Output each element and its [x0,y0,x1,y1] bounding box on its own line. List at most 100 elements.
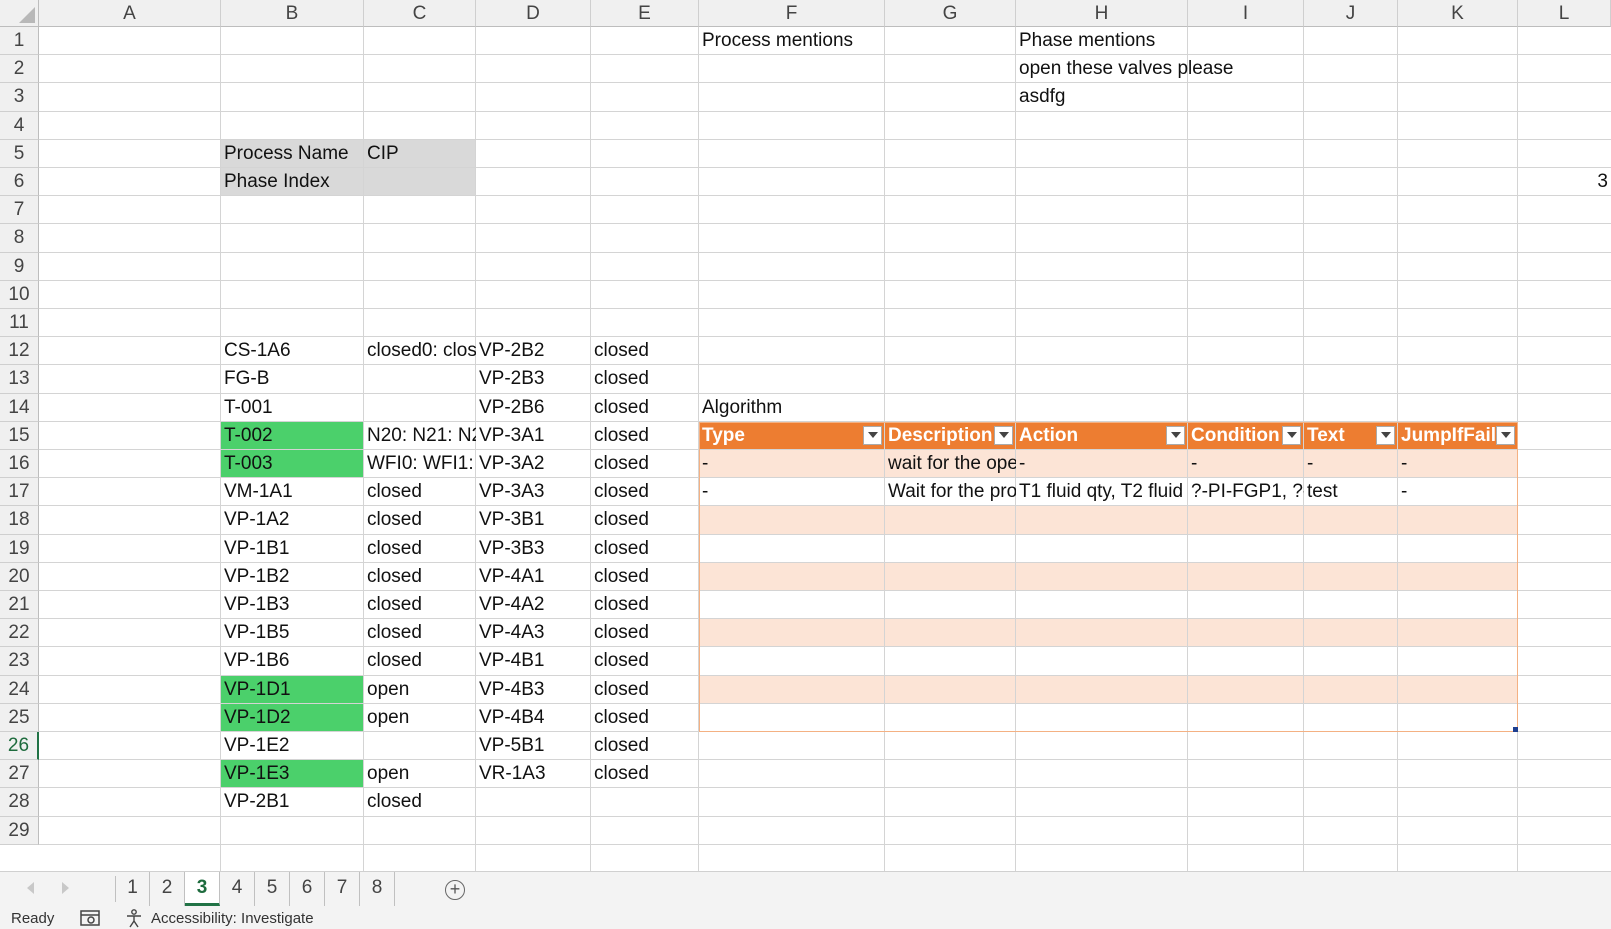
cell-f17[interactable]: - [699,478,885,506]
row-header-7[interactable]: 7 [0,196,39,225]
accessibility-icon[interactable] [124,908,144,928]
cell-e17[interactable]: closed [591,478,699,506]
cell-d26[interactable]: VP-5B1 [476,732,591,760]
cell-e22[interactable]: closed [591,619,1611,647]
cell-e27[interactable]: closed [591,760,1611,788]
row-header-18[interactable]: 18 [0,506,39,535]
cell-d16[interactable]: VP-3A2 [476,450,591,478]
row-header-2[interactable]: 2 [0,55,39,84]
row-header-3[interactable]: 3 [0,83,39,112]
cell-b16[interactable]: T-003 [221,450,364,478]
row-header-25[interactable]: 25 [0,703,39,732]
cell-d21[interactable]: VP-4A2 [476,591,591,619]
cell-b23[interactable]: VP-1B6 [221,647,364,675]
row-header-10[interactable]: 10 [0,280,39,309]
cell-d20[interactable]: VP-4A1 [476,563,591,591]
add-sheet-button[interactable]: + [445,880,465,900]
cell-d25[interactable]: VP-4B4 [476,704,591,732]
column-header-e[interactable]: E [591,0,699,27]
column-header-i[interactable]: I [1188,0,1304,27]
cell-e13[interactable]: closed [591,365,1611,393]
cell-d17[interactable]: VP-3A3 [476,478,591,506]
cell-c5[interactable]: CIP [364,140,1611,168]
cell-e20[interactable]: closed [591,563,1611,591]
cell-b6[interactable]: Phase Index [221,168,364,196]
sheet-tab-1[interactable]: 1 [116,872,150,906]
column-header-h[interactable]: H [1016,0,1188,27]
column-header-f[interactable]: F [699,0,885,27]
cell-b20[interactable]: VP-1B2 [221,563,364,591]
cell-i16[interactable]: - [1188,450,1304,478]
row-header-1[interactable]: 1 [0,27,39,56]
macro-recording-icon[interactable] [80,909,102,927]
cell-e14[interactable]: closed [591,394,699,422]
filter-dropdown-icon[interactable] [1166,425,1185,445]
sheet-tab-7[interactable]: 7 [325,872,360,906]
cell-b5[interactable]: Process Name [221,140,364,168]
sheet-tab-3[interactable]: 3 [185,872,220,906]
row-header-21[interactable]: 21 [0,591,39,620]
row-header-9[interactable]: 9 [0,252,39,281]
status-accessibility[interactable]: Accessibility: Investigate [151,910,314,928]
cell-b22[interactable]: VP-1B5 [221,619,364,647]
filter-dropdown-icon[interactable] [994,425,1013,445]
cell-e19[interactable]: closed [591,535,1611,563]
cell-b28[interactable]: VP-2B1 [221,788,364,816]
column-header-k[interactable]: K [1398,0,1518,27]
cell-i17[interactable]: ?-PI-FGP1, ?- [1188,478,1304,506]
cell-i15[interactable]: Condition [1188,422,1282,450]
column-header-d[interactable]: D [476,0,591,27]
column-header-g[interactable]: G [885,0,1016,27]
row-header-14[interactable]: 14 [0,393,39,422]
cell-f1[interactable]: Process mentions [699,27,1016,55]
row-header-15[interactable]: 15 [0,421,39,450]
cell-d27[interactable]: VR-1A3 [476,760,591,788]
column-header-a[interactable]: A [39,0,221,27]
cell-c21[interactable]: closed [364,591,476,619]
cell-c25[interactable]: open [364,704,476,732]
filter-dropdown-icon[interactable] [863,425,882,445]
row-header-28[interactable]: 28 [0,788,39,817]
column-header-l[interactable]: L [1518,0,1611,27]
filter-dropdown-icon[interactable] [1496,425,1515,445]
cell-d15[interactable]: VP-3A1 [476,422,591,450]
cell-c16[interactable]: WFI0: WFI1: [364,450,476,478]
cell-d19[interactable]: VP-3B3 [476,535,591,563]
cell-e26[interactable]: closed [591,732,1611,760]
cell-f15[interactable]: Type [699,422,863,450]
cell-e21[interactable]: closed [591,591,1611,619]
column-header-b[interactable]: B [221,0,364,27]
cell-h2[interactable]: open these valves please [1016,55,1611,83]
cell-b12[interactable]: CS-1A6 [221,337,364,365]
cell-d24[interactable]: VP-4B3 [476,676,591,704]
cell-e25[interactable]: closed [591,704,1611,732]
cell-c23[interactable]: closed [364,647,476,675]
cell-h16[interactable]: - [1016,450,1188,478]
select-all-corner[interactable] [0,0,39,27]
column-header-j[interactable]: J [1304,0,1398,27]
row-header-11[interactable]: 11 [0,309,39,338]
cell-e24[interactable]: closed [591,676,1611,704]
cell-c12[interactable]: closed0: closed [364,337,476,365]
cell-c6[interactable]: 3 [364,168,1611,196]
cell-b24[interactable]: VP-1D1 [221,676,364,704]
cell-d13[interactable]: VP-2B3 [476,365,591,393]
cell-e12[interactable]: closed [591,337,1611,365]
cell-c19[interactable]: closed [364,535,476,563]
cell-d22[interactable]: VP-4A3 [476,619,591,647]
spreadsheet-grid[interactable]: A B C D E F G H I J K L 1 2 3 4 5 6 7 8 9 10 11 12 13 14 15 16 17 18 1… [0,0,1611,871]
cell-b14[interactable]: T-001 [221,394,476,422]
cell-c24[interactable]: open [364,676,476,704]
sheet-tab-4[interactable]: 4 [220,872,255,906]
filter-dropdown-icon[interactable] [1282,425,1301,445]
cell-d18[interactable]: VP-3B1 [476,506,591,534]
row-header-22[interactable]: 22 [0,619,39,648]
row-header-26[interactable]: 26 [0,732,39,761]
sheet-tab-5[interactable]: 5 [255,872,290,906]
cell-b26[interactable]: VP-1E2 [221,732,476,760]
cell-b18[interactable]: VP-1A2 [221,506,364,534]
cell-b27[interactable]: VP-1E3 [221,760,364,788]
scroll-tabs-left-icon[interactable] [27,882,34,894]
row-header-27[interactable]: 27 [0,760,39,789]
cell-b21[interactable]: VP-1B3 [221,591,364,619]
